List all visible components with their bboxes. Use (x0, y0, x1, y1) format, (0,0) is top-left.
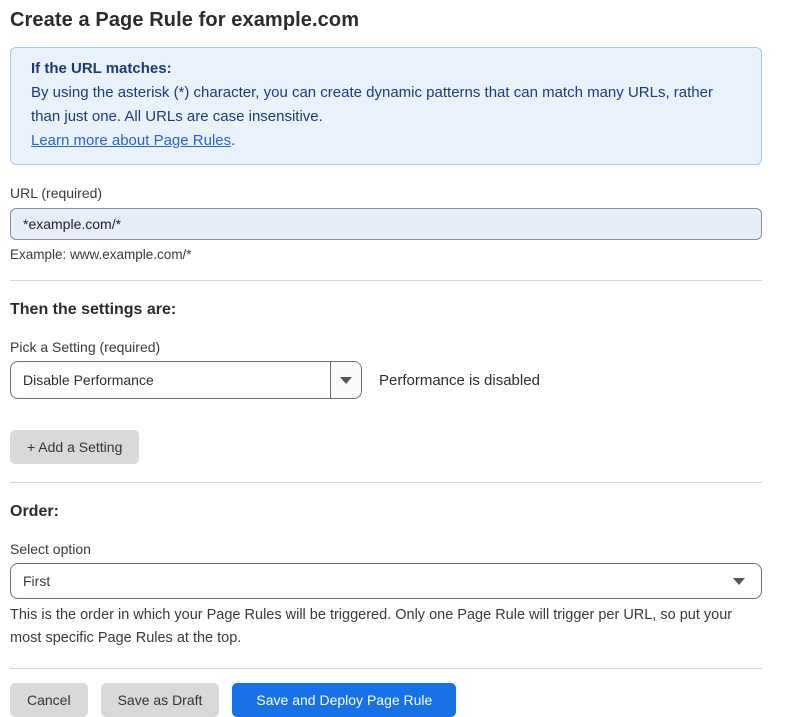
order-select[interactable]: First (10, 563, 762, 599)
page-title: Create a Page Rule for example.com (10, 9, 762, 32)
save-and-deploy-button[interactable]: Save and Deploy Page Rule (232, 683, 456, 717)
order-select-label: Select option (10, 541, 762, 557)
setting-select-arrow-button[interactable] (330, 362, 361, 398)
order-helper-text: This is the order in which your Page Rul… (10, 604, 762, 650)
settings-section-heading: Then the settings are: (10, 301, 762, 319)
url-field-label: URL (required) (10, 185, 762, 201)
add-setting-button[interactable]: + Add a Setting (10, 430, 139, 464)
order-section-heading: Order: (10, 503, 762, 521)
chevron-down-icon (340, 377, 352, 384)
order-select-value: First (23, 573, 733, 589)
setting-select-value: Disable Performance (11, 362, 330, 398)
chevron-down-icon (733, 578, 745, 585)
url-match-info-box: If the URL matches: By using the asteris… (10, 47, 762, 165)
url-example-helper: Example: www.example.com/* (10, 247, 762, 262)
setting-status-text: Performance is disabled (379, 372, 540, 389)
save-as-draft-button[interactable]: Save as Draft (101, 683, 220, 717)
footer-actions: Cancel Save as Draft Save and Deploy Pag… (10, 683, 762, 717)
setting-select[interactable]: Disable Performance (10, 361, 362, 399)
setting-row: Disable Performance Performance is disab… (10, 361, 762, 399)
info-box-heading: If the URL matches: (31, 57, 741, 81)
divider (10, 482, 762, 483)
divider (10, 668, 762, 669)
url-input[interactable] (10, 208, 762, 240)
pick-setting-label: Pick a Setting (required) (10, 339, 762, 355)
link-period: . (231, 132, 235, 149)
info-box-link-line: Learn more about Page Rules. (31, 129, 741, 153)
learn-more-link[interactable]: Learn more about Page Rules (31, 132, 231, 149)
divider (10, 280, 762, 281)
cancel-button[interactable]: Cancel (10, 683, 88, 717)
create-page-rule-form: Create a Page Rule for example.com If th… (10, 0, 762, 717)
info-box-body: By using the asterisk (*) character, you… (31, 81, 741, 129)
